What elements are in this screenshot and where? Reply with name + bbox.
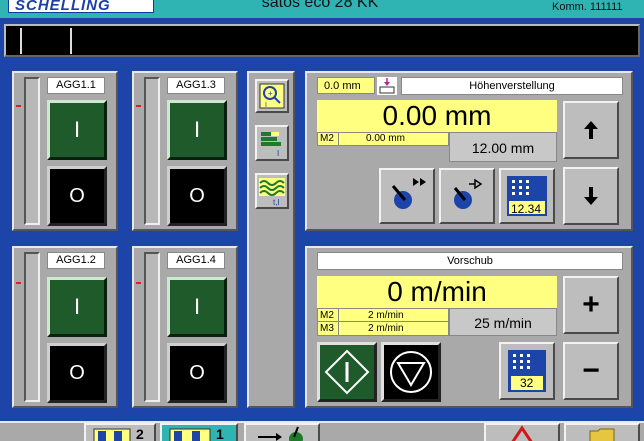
zoom-button[interactable]: + I [255, 79, 289, 113]
fast-adjust-button[interactable] [379, 168, 435, 224]
machine-title: satos eco 28 KK [261, 0, 379, 11]
warning-triangle-icon [511, 425, 533, 441]
height-gauge-icon [377, 77, 397, 95]
height-main-value: 0.00 mm [317, 100, 557, 132]
feed-main-value: 0 m/min [317, 276, 557, 308]
level-bar [144, 77, 160, 225]
feed-plus-button[interactable]: + [563, 276, 619, 334]
height-small-value: 0.0 mm [317, 77, 375, 94]
agg-off-button[interactable]: O [167, 343, 227, 403]
handwheel-fast-icon [391, 178, 426, 209]
agg-on-button[interactable]: I [47, 100, 107, 160]
handwheel-step-icon [453, 178, 483, 209]
footer-machine-2-button[interactable]: 2 [84, 423, 156, 441]
message-divider [20, 28, 22, 54]
brand-logo: SCHELLING [8, 0, 154, 13]
machine-icon [93, 428, 131, 441]
level-marker [16, 105, 21, 107]
footer-warning-button[interactable] [484, 423, 560, 441]
footer-tool-change-button[interactable] [244, 423, 320, 441]
feed-panel: Vorschub 0 m/min M2 2 m/min M3 2 m/min 2… [305, 246, 633, 408]
agg-label: AGG1.3 [167, 77, 225, 94]
feed-start-button[interactable] [317, 342, 377, 402]
agg-panel-1-2: AGG1.2 I O [12, 246, 118, 408]
height-title: Höhenverstellung [401, 77, 623, 95]
agg-on-button[interactable]: I [167, 100, 227, 160]
height-panel: 0.0 mm Höhenverstellung 0.00 mm M2 0.00 … [305, 71, 633, 231]
stop-triangle-icon [390, 351, 432, 393]
message-divider [70, 28, 72, 54]
feed-m-rows: M2 2 m/min M3 2 m/min [317, 308, 449, 336]
agg-on-button[interactable]: I [167, 277, 227, 337]
height-m2-row: M2 0.00 mm [317, 132, 449, 146]
svg-text:I: I [265, 102, 267, 109]
tool-strip: + I I t,I [247, 71, 295, 408]
bar-chart-i-icon: I [261, 132, 281, 157]
height-down-button[interactable] [563, 167, 619, 225]
folder-icon [589, 428, 615, 441]
feed-minus-button[interactable]: − [563, 342, 619, 400]
agg-label: AGG1.1 [47, 77, 105, 94]
bar-chart-button[interactable]: I [255, 125, 289, 161]
feed-keypad-button[interactable]: 32 [499, 342, 555, 400]
arrow-tool-icon [258, 426, 303, 441]
commission-number: Komm. 111111 [552, 1, 623, 13]
start-diamond-icon [324, 349, 370, 395]
feed-stop-button[interactable] [381, 342, 441, 402]
agg-off-button[interactable]: O [47, 343, 107, 403]
height-target-value[interactable]: 12.00 mm [449, 132, 557, 162]
agg-label: AGG1.2 [47, 252, 105, 269]
agg-panel-1-3: AGG1.3 I O [132, 71, 238, 231]
level-marker [136, 105, 141, 107]
agg-off-button[interactable]: O [47, 166, 107, 226]
agg-label: AGG1.4 [167, 252, 225, 269]
arrow-up-icon [584, 121, 598, 139]
wave-t-i-icon [259, 178, 285, 196]
feed-title: Vorschub [317, 252, 623, 270]
height-up-button[interactable] [563, 101, 619, 159]
agg-on-button[interactable]: I [47, 277, 107, 337]
agg-off-button[interactable]: O [167, 166, 227, 226]
level-bar [24, 252, 40, 402]
height-keypad-button[interactable]: 12.34 [499, 168, 555, 224]
machine-icon [169, 428, 211, 441]
level-bar [144, 252, 160, 402]
agg-panel-1-1: AGG1.1 I O [12, 71, 118, 231]
agg-panel-1-4: AGG1.4 I O [132, 246, 238, 408]
footer-machine-1-button[interactable]: 1 [160, 423, 238, 441]
footer-folder-button[interactable] [564, 423, 640, 441]
svg-text:I: I [277, 149, 279, 157]
svg-text:+: + [268, 89, 273, 98]
arrow-down-icon [584, 187, 598, 205]
level-marker [136, 282, 141, 284]
step-adjust-button[interactable] [439, 168, 495, 224]
magnify-i-icon: + I [259, 83, 285, 109]
level-marker [16, 282, 21, 284]
message-bar [4, 24, 640, 57]
feed-target-value[interactable]: 25 m/min [449, 308, 557, 336]
wave-button[interactable]: t,I [255, 173, 289, 209]
level-bar [24, 77, 40, 225]
